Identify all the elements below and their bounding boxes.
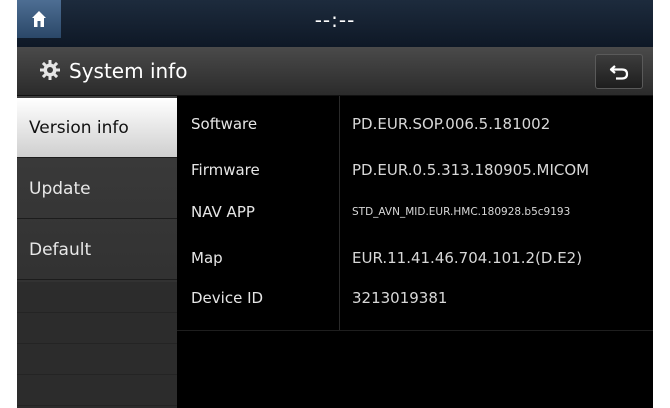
table-bottom-border	[177, 330, 653, 331]
back-arrow-icon	[609, 64, 629, 80]
sidebar-empty-area	[17, 282, 177, 408]
nav-app-value: STD_AVN_MID.EUR.HMC.180928.b5c9193	[352, 206, 571, 218]
firmware-label: Firmware	[191, 161, 260, 179]
nav-app-label: NAV APP	[191, 203, 255, 221]
map-label: Map	[191, 249, 223, 267]
sidebar-item-version-info[interactable]: Version info	[17, 98, 177, 158]
device-id-label: Device ID	[191, 289, 264, 307]
version-info-panel: Software PD.EUR.SOP.006.5.181002 Firmwar…	[177, 96, 653, 408]
software-label: Software	[191, 115, 258, 133]
column-divider	[339, 96, 340, 330]
sidebar-item-label: Version info	[29, 117, 129, 138]
sidebar-item-update[interactable]: Update	[17, 159, 177, 219]
gear-icon	[40, 60, 60, 80]
sidebar-item-default[interactable]: Default	[17, 220, 177, 280]
status-bar: --:--	[17, 0, 653, 47]
device-id-value: 3213019381	[352, 289, 448, 307]
map-value: EUR.11.41.46.704.101.2(D.E2)	[352, 249, 583, 267]
infotainment-screen: --:-- System info Version info Update De…	[17, 0, 653, 408]
sidebar: Version info Update Default	[17, 96, 177, 408]
sidebar-item-label: Update	[29, 178, 91, 199]
title-bar: System info	[17, 47, 653, 96]
software-value: PD.EUR.SOP.006.5.181002	[352, 115, 551, 133]
page-title: System info	[69, 59, 188, 83]
sidebar-item-label: Default	[29, 239, 92, 260]
firmware-value: PD.EUR.0.5.313.180905.MICOM	[352, 161, 590, 179]
back-button[interactable]	[595, 54, 643, 89]
clock: --:--	[314, 8, 356, 32]
